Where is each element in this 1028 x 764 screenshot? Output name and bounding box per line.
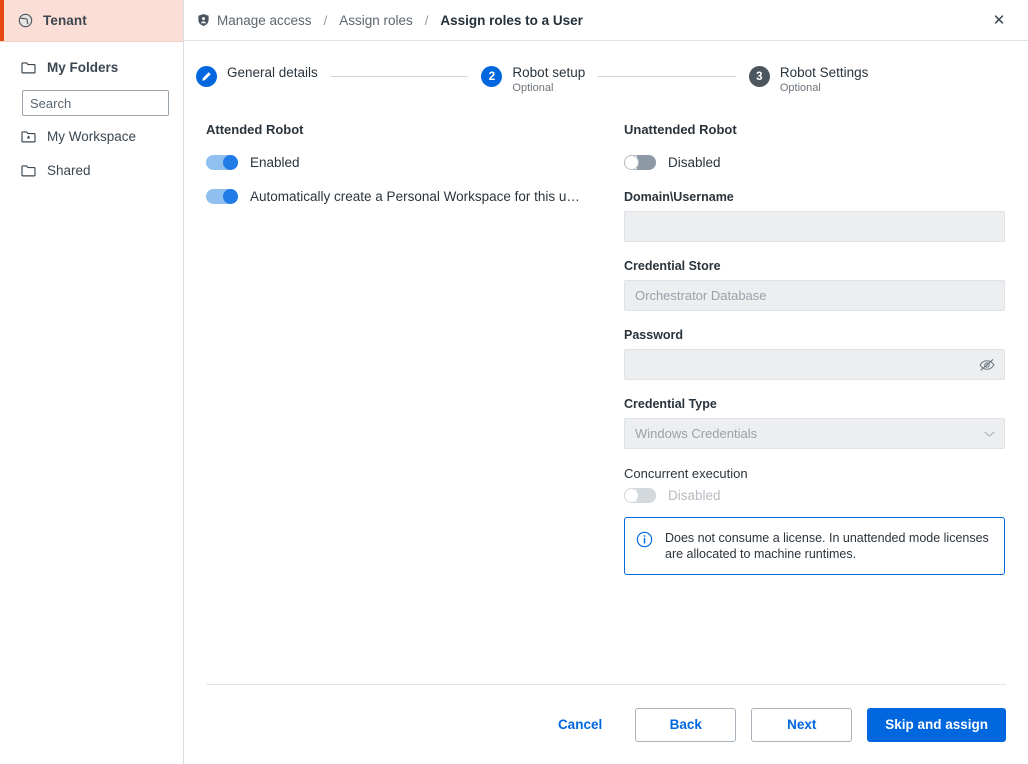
step-3-subtitle: Optional (779, 82, 821, 94)
unattended-enabled-row: Disabled (624, 155, 1005, 170)
unattended-enabled-label: Disabled (668, 155, 721, 170)
shield-user-icon (197, 13, 210, 27)
unattended-enabled-toggle[interactable] (624, 155, 656, 170)
my-workspace-label: My Workspace (47, 129, 137, 144)
step-1-marker (196, 66, 217, 87)
sidebar: Tenant My Folders Search My Workspace Sh… (0, 0, 219, 764)
step-connector (330, 76, 469, 77)
main-panel: Manage access / Assign roles / Assign ro… (184, 0, 1028, 764)
search-input[interactable] (30, 95, 206, 111)
dialog-footer: Cancel Back Next Skip and assign (206, 684, 1006, 764)
domain-username-input[interactable] (624, 211, 1005, 242)
breadcrumb-item-manage-access[interactable]: Manage access (217, 13, 312, 28)
step-3-text: Robot Settings Optional (780, 65, 869, 95)
folder-icon (21, 61, 36, 74)
eye-off-icon[interactable] (979, 358, 995, 372)
password-input-wrapper (624, 349, 1005, 380)
attended-enabled-label: Enabled (250, 155, 300, 170)
skip-and-assign-button[interactable]: Skip and assign (867, 707, 1006, 742)
concurrent-execution-state-label: Disabled (668, 488, 721, 503)
globe-icon (18, 13, 33, 28)
attended-robot-section: Attended Robot Enabled Automatically cre… (206, 122, 624, 684)
next-button[interactable]: Next (751, 707, 853, 742)
workspace-folder-icon (21, 130, 36, 143)
close-icon[interactable]: ✕ (988, 9, 1010, 31)
personal-workspace-toggle[interactable] (206, 189, 238, 204)
breadcrumb: Manage access / Assign roles / Assign ro… (197, 13, 988, 28)
breadcrumb-separator: / (424, 12, 429, 28)
back-button[interactable]: Back (635, 707, 737, 742)
password-field: Password (624, 328, 1005, 380)
step-1-text: General details (227, 65, 318, 80)
attended-section-title: Attended Robot (206, 122, 304, 137)
step-2-subtitle: Optional (512, 82, 554, 94)
shared-label: Shared (47, 163, 91, 178)
cancel-button[interactable]: Cancel (550, 708, 610, 742)
info-icon (636, 531, 653, 551)
form-content: Attended Robot Enabled Automatically cre… (184, 101, 1028, 684)
credential-type-select[interactable] (624, 418, 1005, 449)
dialog-header: Manage access / Assign roles / Assign ro… (184, 0, 1028, 41)
license-info-text: Does not consume a license. In unattende… (665, 531, 989, 561)
credential-type-field: Credential Type (624, 397, 1005, 449)
sidebar-section-my-folders[interactable]: My Folders (0, 42, 183, 78)
credential-type-wrapper (624, 418, 1005, 449)
personal-workspace-row: Automatically create a Personal Workspac… (206, 189, 624, 204)
breadcrumb-item-current: Assign roles to a User (440, 12, 583, 28)
personal-workspace-label: Automatically create a Personal Workspac… (250, 189, 580, 204)
concurrent-execution-field: Concurrent execution Disabled (624, 466, 1005, 503)
domain-username-field: Domain\Username (624, 190, 1005, 242)
concurrent-execution-toggle[interactable] (624, 488, 656, 503)
concurrent-execution-row: Disabled (624, 488, 1005, 503)
folder-icon (21, 164, 36, 177)
attended-enabled-row: Enabled (206, 155, 624, 170)
credential-store-label: Credential Store (624, 259, 721, 273)
concurrent-execution-label: Concurrent execution (624, 466, 748, 481)
step-3-marker: 3 (748, 66, 770, 87)
credential-store-field: Credential Store (624, 259, 1005, 311)
folder-search-box[interactable] (22, 90, 219, 116)
domain-username-label: Domain\Username (624, 190, 734, 204)
sidebar-item-my-workspace[interactable]: My Workspace (0, 123, 183, 150)
step-3-title: Robot Settings (779, 65, 869, 80)
step-2-marker: 2 (481, 66, 503, 87)
chevron-down-icon[interactable] (984, 430, 995, 438)
attended-enabled-toggle[interactable] (206, 155, 238, 170)
breadcrumb-item-assign-roles[interactable]: Assign roles (339, 13, 413, 28)
step-2-text: Robot setup Optional (512, 65, 585, 95)
step-connector (598, 76, 736, 77)
step-2-title: Robot setup (512, 65, 586, 80)
password-input[interactable] (624, 349, 1005, 380)
unattended-section-title: Unattended Robot (624, 122, 737, 137)
wizard-stepper: General details 2 Robot setup Optional 3… (196, 41, 1006, 101)
step-robot-settings[interactable]: 3 Robot Settings Optional (748, 65, 869, 95)
license-info-alert: Does not consume a license. In unattende… (624, 517, 1005, 575)
sidebar-item-shared[interactable]: Shared (0, 157, 183, 184)
credential-type-label: Credential Type (624, 397, 717, 411)
sidebar-item-tenant[interactable]: Tenant (0, 0, 183, 42)
unattended-robot-section: Unattended Robot Disabled Domain\Usernam… (624, 122, 1005, 684)
my-folders-label: My Folders (47, 59, 119, 75)
step-1-title: General details (227, 65, 318, 80)
step-robot-setup[interactable]: 2 Robot setup Optional (481, 65, 585, 95)
password-label: Password (624, 328, 684, 342)
tenant-label: Tenant (43, 13, 87, 28)
step-general-details[interactable]: General details (196, 65, 318, 87)
breadcrumb-separator: / (323, 12, 328, 28)
app-window: Tenant My Folders Search My Workspace Sh… (0, 0, 1028, 764)
credential-store-input[interactable] (624, 280, 1005, 311)
